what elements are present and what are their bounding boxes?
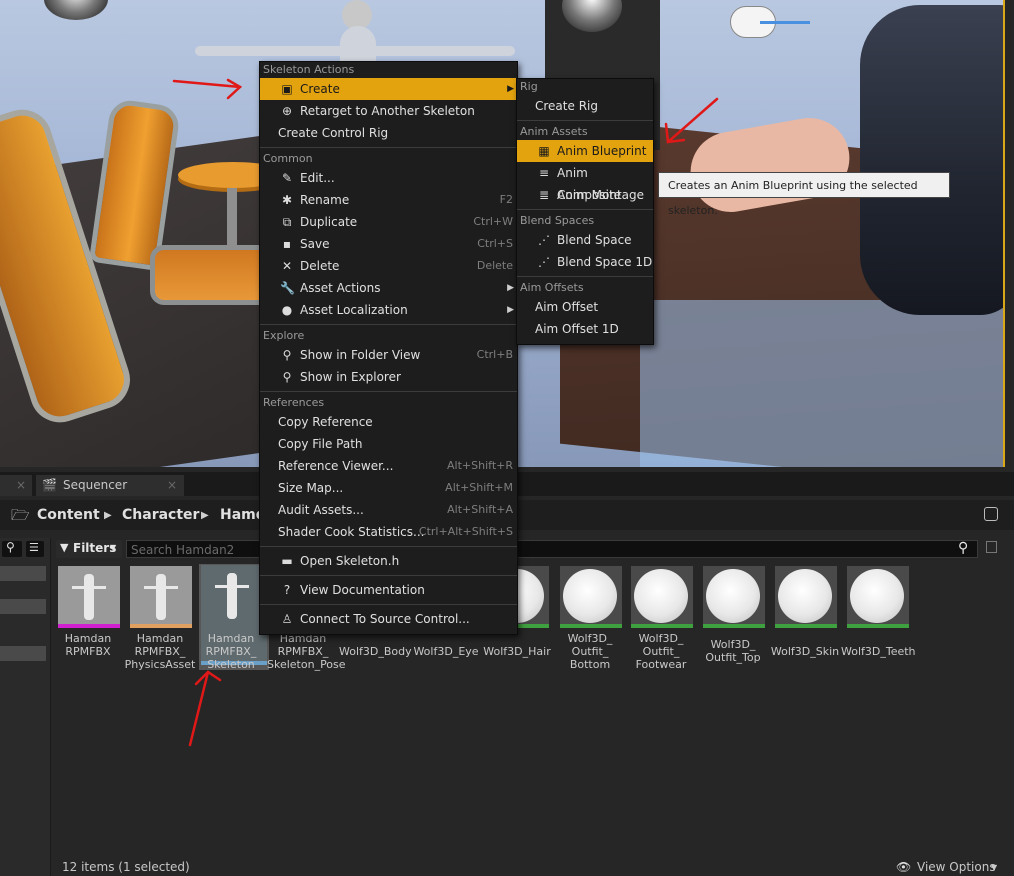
arrow-to-skeleton: [188, 670, 210, 747]
annotation-arrows: [172, 78, 719, 747]
arrowhead: [664, 122, 686, 144]
arrowhead: [226, 78, 243, 100]
arrow-to-anim-blueprint: [666, 97, 719, 144]
